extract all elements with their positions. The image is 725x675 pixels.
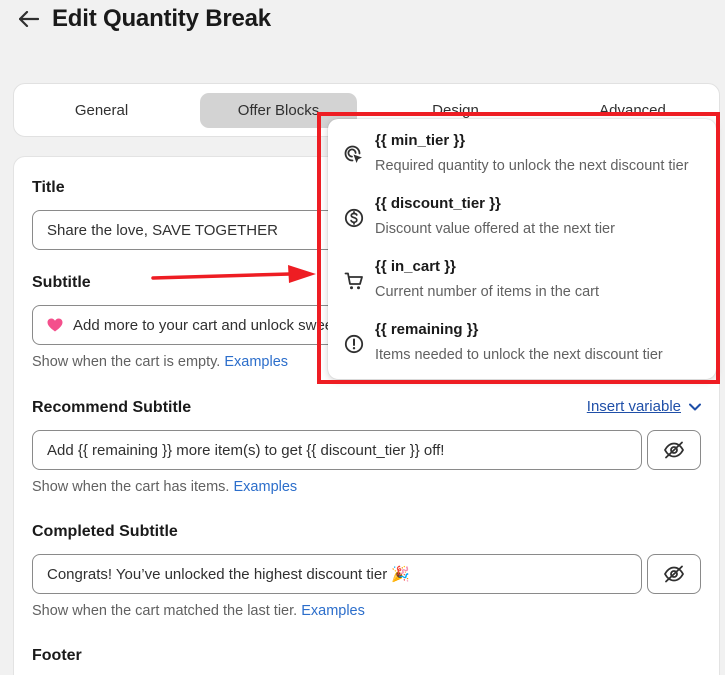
recommend-subtitle-label: Recommend Subtitle [32,399,192,416]
completed-examples-link[interactable]: Examples [301,603,365,619]
insert-variable-button[interactable]: Insert variable [587,398,701,415]
recommend-examples-link[interactable]: Examples [234,479,298,495]
footer-label: Footer [32,647,82,664]
target-cursor-icon [344,145,362,163]
completed-visibility-toggle[interactable] [647,554,701,594]
recommend-visibility-toggle[interactable] [647,430,701,470]
subtitle-helper-text: Show when the cart is empty. [32,354,221,370]
completed-subtitle-input-value: Congrats! You’ve unlocked the highest di… [47,566,411,583]
variable-option-remaining[interactable]: {{ remaining }} Items needed to unlock t… [328,308,716,368]
title-label: Title [32,179,65,196]
variable-description: Current number of items in the cart [375,284,600,300]
completed-subtitle-input[interactable]: Congrats! You’ve unlocked the highest di… [32,554,642,594]
annotation-arrow [151,265,316,283]
title-input-value: Share the love, SAVE TOGETHER [47,221,278,239]
eye-off-icon [663,565,685,583]
recommend-subtitle-input[interactable]: Add {{ remaining }} more item(s) to get … [32,430,642,470]
page-header: Edit Quantity Break [18,4,271,34]
completed-subtitle-helper: Show when the cart matched the last tier… [32,603,365,619]
completed-subtitle-label: Completed Subtitle [32,523,178,540]
variable-option-discount-tier[interactable]: {{ discount_tier }} Discount value offer… [328,182,716,242]
subtitle-helper: Show when the cart is empty. Examples [32,354,288,370]
subtitle-label: Subtitle [32,274,91,291]
heart-emoji-icon [47,318,63,332]
variable-description: Items needed to unlock the next discount… [375,347,663,363]
back-arrow-icon[interactable] [18,8,40,30]
variable-option-min-tier[interactable]: {{ min_tier }} Required quantity to unlo… [328,119,716,179]
variable-option-in-cart[interactable]: {{ in_cart }} Current number of items in… [328,245,716,305]
alert-circle-icon [344,334,364,354]
completed-helper-text: Show when the cart matched the last tier… [32,603,298,619]
variable-title: {{ remaining }} [375,321,479,338]
variable-description: Discount value offered at the next tier [375,221,615,237]
insert-variable-label: Insert variable [586,398,681,415]
variable-description: Required quantity to unlock the next dis… [375,158,689,174]
recommend-subtitle-input-value: Add {{ remaining }} more item(s) to get … [47,441,445,459]
subtitle-examples-link[interactable]: Examples [224,354,288,370]
eye-off-icon [663,441,685,459]
chevron-down-icon [689,403,701,410]
recommend-subtitle-helper: Show when the cart has items. Examples [32,479,297,495]
dollar-circle-icon [344,208,364,228]
variable-title: {{ discount_tier }} [375,195,501,212]
tab-general[interactable]: General [23,93,180,128]
insert-variable-dropdown: {{ min_tier }} Required quantity to unlo… [328,119,716,379]
variable-title: {{ in_cart }} [375,258,456,275]
recommend-helper-text: Show when the cart has items. [32,479,230,495]
variable-title: {{ min_tier }} [375,132,466,149]
page-title: Edit Quantity Break [52,5,271,32]
cart-icon [344,272,363,290]
